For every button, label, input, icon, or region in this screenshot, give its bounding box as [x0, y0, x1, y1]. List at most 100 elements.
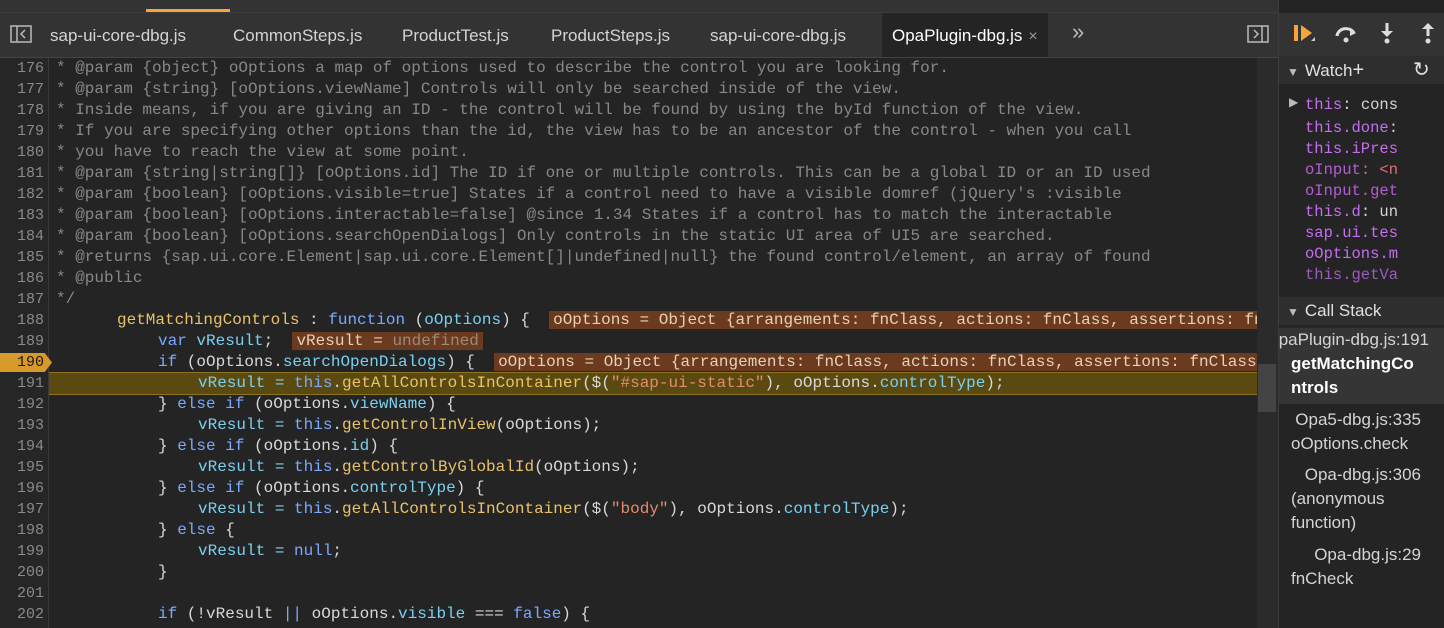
- collapse-triangle-icon: ▼: [1287, 65, 1299, 79]
- watch-item[interactable]: oInput.get: [1305, 181, 1398, 202]
- code-line-179: * If you are specifying other options th…: [56, 122, 1132, 140]
- line-number-gutter[interactable]: 176 177 178 179 180 181 182 183 184 185 186 187 188 1…: [0, 58, 49, 628]
- line-number[interactable]: 195: [0, 457, 44, 478]
- code-line-181: * @param {string|string[]} [oOptions.id]…: [56, 164, 1151, 182]
- watch-item[interactable]: this.done:: [1305, 118, 1398, 139]
- line-number[interactable]: 201: [0, 583, 44, 604]
- step-out-icon[interactable]: [1417, 21, 1439, 51]
- line-number[interactable]: 181: [0, 163, 44, 184]
- line-number[interactable]: 198: [0, 520, 44, 541]
- code-line-202: if (!vResult || oOptions.visible === fal…: [158, 605, 591, 623]
- add-watch-icon[interactable]: +: [1352, 59, 1364, 81]
- line-number[interactable]: 182: [0, 184, 44, 205]
- tab-sap-ui-core-1[interactable]: sap-ui-core-dbg.js: [50, 13, 186, 57]
- call-stack-frame[interactable]: Opa-dbg.js:29 fnCheck: [1279, 543, 1444, 591]
- code-line-191: vResult = this.getAllControlsInContainer…: [198, 374, 1005, 392]
- editor-scrollbar-thumb[interactable]: [1258, 364, 1276, 412]
- tab-sap-ui-core-2[interactable]: sap-ui-core-dbg.js: [710, 13, 846, 57]
- watch-item[interactable]: this: cons: [1305, 95, 1398, 116]
- code-line-177: * @param {string} [oOptions.viewName] Co…: [56, 80, 901, 98]
- tab-product-steps[interactable]: ProductSteps.js: [551, 13, 670, 57]
- inline-value-ooptions: oOptions = Object {arrangements: fnClass…: [549, 311, 1278, 329]
- expand-triangle-icon[interactable]: ▶: [1289, 95, 1298, 109]
- step-over-icon[interactable]: [1333, 21, 1359, 51]
- line-number[interactable]: 178: [0, 100, 44, 121]
- close-tab-icon[interactable]: ×: [1028, 28, 1037, 45]
- line-number[interactable]: 187: [0, 289, 44, 310]
- toggle-navigator-icon[interactable]: [10, 25, 32, 48]
- code-line-189: var vResult; vResult = undefined: [56, 331, 483, 352]
- line-number[interactable]: 183: [0, 205, 44, 226]
- code-line-200: }: [158, 563, 168, 581]
- line-number[interactable]: 184: [0, 226, 44, 247]
- line-number[interactable]: 179: [0, 121, 44, 142]
- code-editor[interactable]: 176 177 178 179 180 181 182 183 184 185 186 187 188 1…: [0, 58, 1278, 628]
- call-stack-frame[interactable]: OpaPlugin-dbg.js:191 getMatchingControls: [1279, 328, 1444, 404]
- watch-title: Watch: [1304, 61, 1353, 80]
- watch-item[interactable]: this.iPres: [1305, 139, 1398, 160]
- line-number[interactable]: 177: [0, 79, 44, 100]
- breakpoint-line-number[interactable]: 190: [0, 352, 44, 373]
- watch-item[interactable]: sap.ui.tes: [1305, 223, 1398, 244]
- file-tab-bar: sap-ui-core-dbg.js CommonSteps.js Produc…: [0, 13, 1278, 58]
- code-line-180: * you have to reach the view at some poi…: [56, 143, 469, 161]
- refresh-watch-icon[interactable]: ↻: [1413, 56, 1430, 84]
- code-line-195: vResult = this.getControlByGlobalId(oOpt…: [198, 458, 640, 476]
- code-line-193: vResult = this.getControlInView(oOptions…: [198, 416, 602, 434]
- code-line-185: * @returns {sap.ui.core.Element|sap.ui.c…: [56, 248, 1151, 266]
- call-stack-section-header[interactable]: ▼ Call Stack: [1279, 297, 1444, 325]
- line-number[interactable]: 176: [0, 58, 44, 79]
- tab-opa-plugin-label: OpaPlugin-dbg.js: [892, 26, 1023, 45]
- code-line-188: getMatchingControls : function (oOptions…: [56, 310, 1278, 331]
- tab-common-steps[interactable]: CommonSteps.js: [233, 13, 362, 57]
- watch-item[interactable]: oInput: <n: [1305, 160, 1398, 181]
- line-number[interactable]: 186: [0, 268, 44, 289]
- line-number[interactable]: 199: [0, 541, 44, 562]
- line-number[interactable]: 194: [0, 436, 44, 457]
- code-line-187: */: [56, 290, 76, 308]
- line-number[interactable]: 191: [0, 373, 44, 394]
- line-number[interactable]: 192: [0, 394, 44, 415]
- code-line-192: } else if (oOptions.viewName) {: [158, 395, 456, 413]
- watch-item[interactable]: this.d: un: [1305, 202, 1398, 223]
- line-number[interactable]: 197: [0, 499, 44, 520]
- code-line-182: * @param {boolean} [oOptions.visible=tru…: [56, 185, 1122, 203]
- line-number[interactable]: 200: [0, 562, 44, 583]
- tab-overflow-icon[interactable]: »: [1072, 19, 1084, 45]
- step-into-icon[interactable]: [1376, 21, 1398, 51]
- tab-product-test[interactable]: ProductTest.js: [402, 13, 509, 57]
- code-line-184: * @param {boolean} [oOptions.searchOpenD…: [56, 227, 1055, 245]
- sources-tab-underline: [146, 9, 230, 12]
- code-line-198: } else {: [158, 521, 235, 539]
- code-line-183: * @param {boolean} [oOptions.interactabl…: [56, 206, 1113, 224]
- line-number[interactable]: 180: [0, 142, 44, 163]
- line-number[interactable]: 185: [0, 247, 44, 268]
- debugger-sidebar: ▼ Watch+ ↻ ▶ this: cons this.done: this.i…: [1278, 0, 1444, 628]
- collapse-triangle-icon: ▼: [1287, 305, 1299, 319]
- watch-item[interactable]: oOptions.m: [1305, 244, 1398, 265]
- code-line-199: vResult = null;: [198, 542, 343, 560]
- editor-scrollbar[interactable]: [1257, 58, 1278, 628]
- inline-value-ooptions-2: oOptions = Object {arrangements: fnClass…: [494, 353, 1261, 371]
- line-number[interactable]: 196: [0, 478, 44, 499]
- line-number[interactable]: 202: [0, 604, 44, 625]
- resume-icon[interactable]: [1291, 21, 1317, 51]
- code-line-194: } else if (oOptions.id) {: [158, 437, 399, 455]
- call-stack-title: Call Stack: [1304, 301, 1382, 320]
- line-number[interactable]: 188: [0, 310, 44, 331]
- call-stack-frame[interactable]: Opa-dbg.js:306 (anonymous function): [1279, 463, 1444, 535]
- toggle-debugger-icon[interactable]: [1247, 25, 1269, 48]
- line-number[interactable]: 189: [0, 331, 44, 352]
- line-number[interactable]: 193: [0, 415, 44, 436]
- watch-section-header[interactable]: ▼ Watch+ ↻: [1279, 56, 1444, 84]
- code-line-186: * @public: [56, 269, 143, 287]
- watch-item[interactable]: this.getVa: [1305, 265, 1398, 286]
- tab-opa-plugin[interactable]: OpaPlugin-dbg.js ×: [882, 13, 1048, 57]
- devtools-main-tabs: [0, 0, 1278, 13]
- debugger-toolbar: [1279, 13, 1444, 58]
- call-stack-frame[interactable]: Opa5-dbg.js:335 oOptions.check: [1279, 408, 1444, 456]
- code-line-178: * Inside means, if you are giving an ID …: [56, 101, 1084, 119]
- inline-value-vresult: vResult = undefined: [292, 332, 483, 350]
- code-line-196: } else if (oOptions.controlType) {: [158, 479, 485, 497]
- code-line-197: vResult = this.getAllControlsInContainer…: [198, 500, 909, 518]
